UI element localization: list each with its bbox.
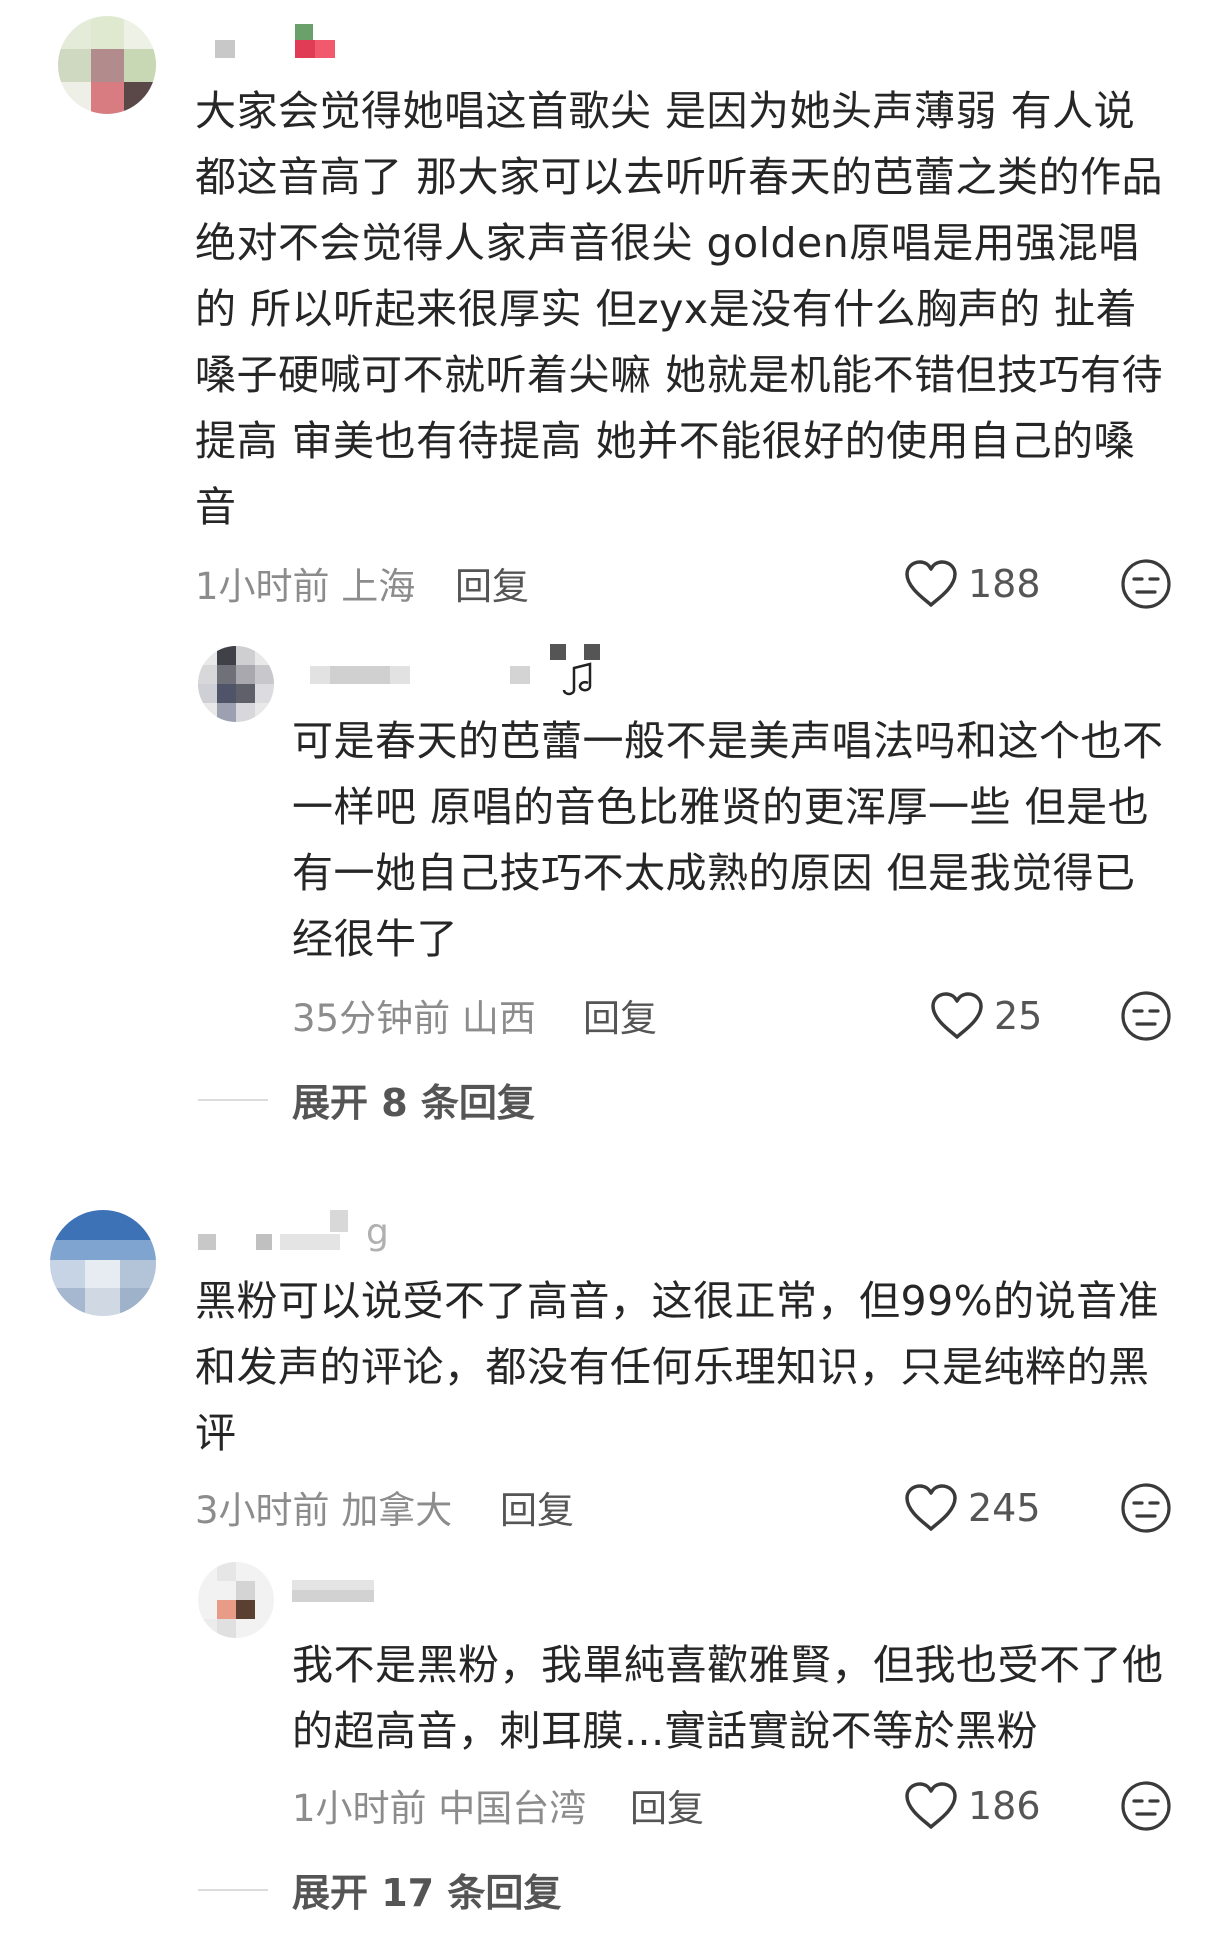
like-count: 25 bbox=[994, 994, 1043, 1038]
comment-meta: 1小时前 上海 bbox=[195, 565, 416, 608]
like-button[interactable]: 245 bbox=[904, 1478, 1041, 1538]
reply-button[interactable]: 回复 bbox=[455, 556, 529, 610]
like-button[interactable]: 188 bbox=[904, 554, 1041, 614]
avatar[interactable] bbox=[58, 16, 156, 114]
like-count: 245 bbox=[968, 1486, 1041, 1530]
expand-replies-button[interactable]: 展开 8 条回复 bbox=[198, 1072, 535, 1127]
like-button[interactable]: 186 bbox=[904, 1776, 1041, 1836]
username-partial: g bbox=[366, 1212, 389, 1253]
avatar[interactable] bbox=[50, 1210, 156, 1316]
expand-replies-label: 展开 17 条回复 bbox=[292, 1871, 562, 1915]
reply-text: 我不是黑粉，我單純喜歡雅賢，但我也受不了他的超高音，刺耳膜...實話實說不等於黑… bbox=[292, 1641, 1164, 1755]
heart-icon bbox=[905, 1484, 957, 1531]
reply-button[interactable]: 回复 bbox=[630, 1778, 704, 1832]
comment-text: 大家会觉得她唱这首歌尖 是因为她头声薄弱 有人说都这音高了 那大家可以去听听春天… bbox=[195, 87, 1177, 531]
avatar[interactable] bbox=[198, 646, 274, 722]
like-count: 188 bbox=[968, 562, 1041, 606]
username-redacted[interactable] bbox=[215, 24, 335, 58]
expand-replies-label: 展开 8 条回复 bbox=[292, 1081, 535, 1125]
reply-meta: 1小时前 中国台湾 bbox=[292, 1787, 587, 1830]
reply-button[interactable]: 回复 bbox=[583, 988, 657, 1042]
divider bbox=[198, 1098, 268, 1101]
comment-meta: 3小时前 加拿大 bbox=[195, 1489, 453, 1532]
username-redacted[interactable] bbox=[292, 1580, 374, 1602]
expand-replies-button[interactable]: 展开 17 条回复 bbox=[198, 1862, 561, 1917]
avatar[interactable] bbox=[198, 1562, 274, 1638]
music-note-icon bbox=[562, 662, 592, 696]
heart-icon bbox=[931, 992, 983, 1039]
like-count: 186 bbox=[968, 1784, 1041, 1828]
dislike-face-icon[interactable] bbox=[1120, 990, 1172, 1042]
reply-meta: 35分钟前 山西 bbox=[292, 997, 536, 1040]
heart-icon bbox=[905, 1782, 957, 1829]
dislike-face-icon[interactable] bbox=[1120, 1780, 1172, 1832]
like-button[interactable]: 25 bbox=[930, 986, 1042, 1046]
heart-icon bbox=[905, 560, 957, 607]
divider bbox=[198, 1888, 268, 1891]
reply-text: 可是春天的芭蕾一般不是美声唱法吗和这个也不一样吧 原唱的音色比雅贤的更浑厚一些 … bbox=[292, 717, 1164, 963]
reply-button[interactable]: 回复 bbox=[500, 1480, 574, 1534]
dislike-face-icon[interactable] bbox=[1120, 558, 1172, 610]
dislike-face-icon[interactable] bbox=[1120, 1482, 1172, 1534]
comment-text: 黑粉可以说受不了高音，这很正常，但99%的说音准和发声的评论，都没有任何乐理知识… bbox=[195, 1277, 1160, 1457]
